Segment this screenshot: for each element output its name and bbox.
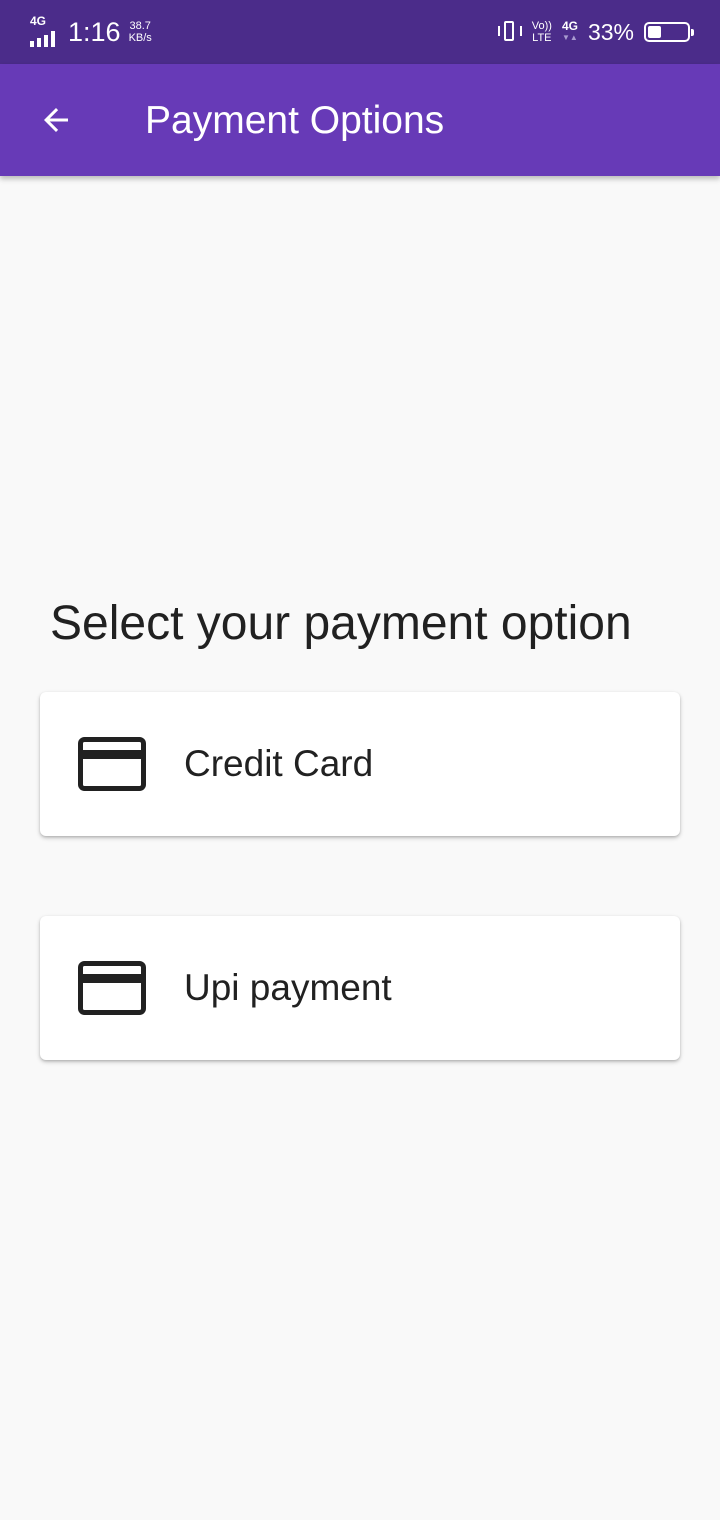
credit-card-icon — [78, 961, 146, 1015]
upi-payment-label: Upi payment — [184, 967, 392, 1008]
battery-percent: 33% — [587, 18, 634, 45]
arrow-back-icon — [44, 108, 68, 132]
net-speed-value: 38.7 — [129, 20, 151, 32]
clock: 1:16 — [68, 16, 121, 47]
payment-prompt: Select your payment option — [50, 597, 632, 650]
data-network-label: 4G — [561, 19, 578, 33]
net-speed-unit: KB/s — [128, 32, 152, 44]
back-button[interactable] — [28, 92, 84, 148]
data-activity-icon: ▼▲ — [562, 33, 578, 42]
app-bar: Payment Options — [0, 64, 720, 176]
status-right: Vo)) LTE 4G ▼▲ 33% — [497, 0, 694, 64]
volte-bottom: LTE — [532, 32, 552, 44]
credit-card-label: Credit Card — [184, 743, 374, 784]
vibrate-icon — [497, 19, 522, 45]
battery-icon — [644, 22, 694, 42]
volte-indicator: Vo)) LTE — [532, 20, 552, 44]
page-title: Payment Options — [145, 99, 445, 142]
upi-payment-option[interactable]: Upi payment — [40, 916, 680, 1060]
volte-top: Vo)) — [531, 20, 552, 32]
cell-signal-icon: 4G — [30, 14, 60, 47]
network-type: 4G — [30, 14, 47, 28]
credit-card-icon — [78, 737, 146, 791]
data-network-indicator: 4G ▼▲ — [562, 20, 578, 44]
status-left: 4G 1:16 38.7 KB/s — [30, 0, 152, 64]
battery-fill — [648, 26, 661, 38]
credit-card-option[interactable]: Credit Card — [40, 692, 680, 836]
status-bar: 4G 1:16 38.7 KB/s Vo)) LTE 4G ▼▲ 33% — [0, 0, 720, 64]
net-speed: 38.7 KB/s — [129, 20, 152, 44]
